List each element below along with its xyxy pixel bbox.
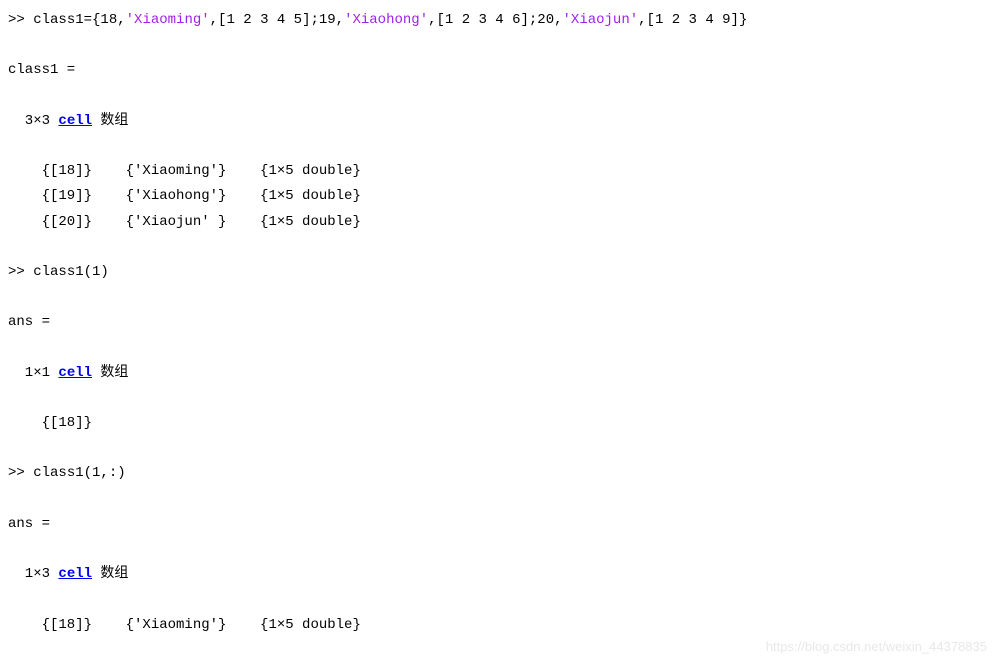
cmd-text-2: class1(1) [33, 264, 109, 280]
prompt-2: >> [8, 264, 33, 280]
blank-line [8, 84, 989, 109]
cell-link-1[interactable]: cell [58, 113, 92, 129]
output-header-3: ans = [8, 512, 989, 537]
string-literal-2: 'Xiaohong' [344, 12, 428, 28]
prompt-1: >> [8, 12, 33, 28]
cmd-text-3: class1(1,:) [33, 465, 125, 481]
blank-line [8, 134, 989, 159]
cell-link-2[interactable]: cell [58, 365, 92, 381]
blank-line [8, 335, 989, 360]
blank-line [8, 436, 989, 461]
dims-pre-1: 3×3 [8, 113, 58, 129]
command-line-2: >> class1(1) [8, 260, 989, 285]
dims-post-2: 数组 [92, 365, 128, 381]
command-line-3: >> class1(1,:) [8, 461, 989, 486]
command-line-1: >> class1={18,'Xiaoming',[1 2 3 4 5];19,… [8, 8, 989, 33]
blank-line [8, 235, 989, 260]
blank-line [8, 386, 989, 411]
output-row-2-1: {[18]} [8, 411, 989, 436]
dims-post-1: 数组 [92, 113, 128, 129]
cell-link-3[interactable]: cell [58, 566, 92, 582]
blank-line [8, 285, 989, 310]
prompt-3: >> [8, 465, 33, 481]
output-row-1-2: {[19]} {'Xiaohong'} {1×5 double} [8, 184, 989, 209]
cmd-text-1b: ,[1 2 3 4 5];19, [210, 12, 344, 28]
blank-line [8, 587, 989, 612]
blank-line [8, 537, 989, 562]
output-header-1: class1 = [8, 58, 989, 83]
cmd-text-1a: class1={18, [33, 12, 125, 28]
blank-line [8, 487, 989, 512]
output-dims-1: 3×3 cell 数组 [8, 109, 989, 134]
dims-post-3: 数组 [92, 566, 128, 582]
output-row-1-3: {[20]} {'Xiaojun' } {1×5 double} [8, 210, 989, 235]
string-literal-3: 'Xiaojun' [563, 12, 639, 28]
string-literal-1: 'Xiaoming' [126, 12, 210, 28]
watermark-text: https://blog.csdn.net/weixin_44378835 [766, 635, 987, 658]
cmd-text-1c: ,[1 2 3 4 6];20, [428, 12, 562, 28]
blank-line [8, 33, 989, 58]
output-dims-3: 1×3 cell 数组 [8, 562, 989, 587]
output-row-1-1: {[18]} {'Xiaoming'} {1×5 double} [8, 159, 989, 184]
dims-pre-3: 1×3 [8, 566, 58, 582]
dims-pre-2: 1×1 [8, 365, 58, 381]
output-dims-2: 1×1 cell 数组 [8, 361, 989, 386]
cmd-text-1d: ,[1 2 3 4 9]} [638, 12, 747, 28]
output-header-2: ans = [8, 310, 989, 335]
